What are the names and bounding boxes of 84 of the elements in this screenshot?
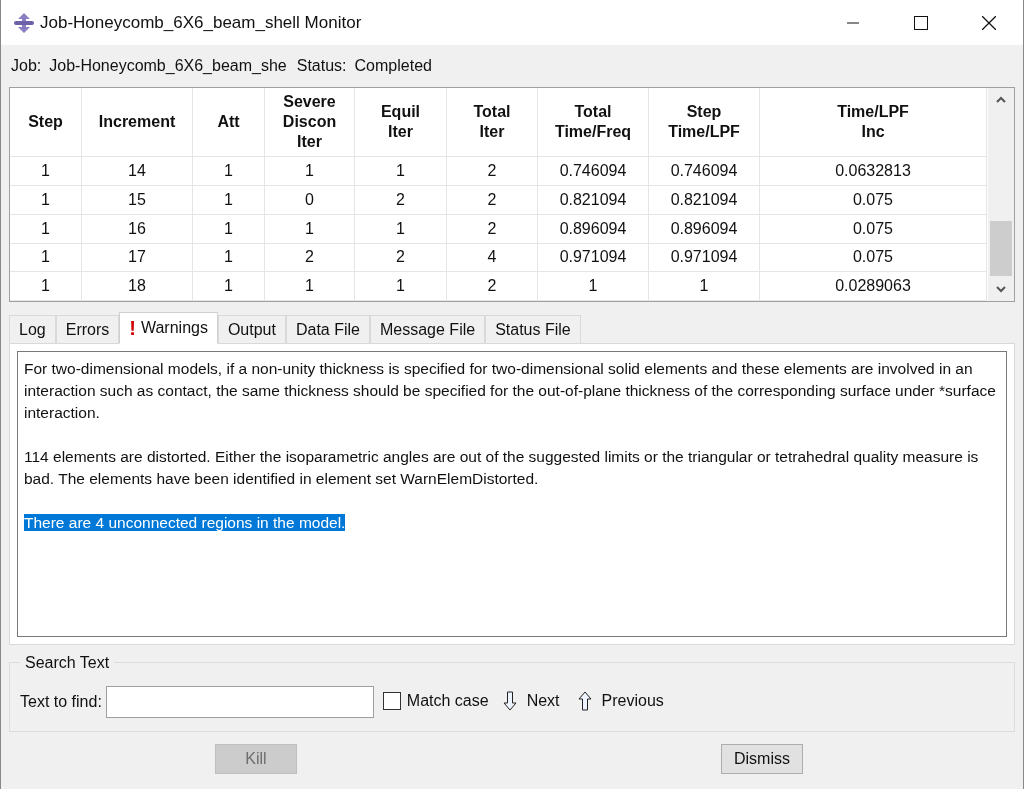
table-cell: 1 (10, 186, 82, 215)
column-header[interactable]: Step Time/LPF (649, 88, 760, 158)
table-cell: 1 (265, 272, 355, 301)
message-area[interactable] (17, 351, 1007, 637)
app-logo-icon (13, 11, 35, 34)
table-cell: 16 (82, 214, 193, 244)
table-cell: 0.971094 (649, 243, 760, 273)
search-label: Text to find: (20, 692, 102, 712)
down-arrow-icon (502, 691, 517, 711)
table-cell: 1 (193, 243, 265, 273)
table-cell: 2 (265, 243, 355, 273)
table-cell: 1 (649, 272, 760, 301)
column-header[interactable]: Att (193, 88, 265, 158)
status-label: Status: (296, 56, 347, 76)
search-field[interactable] (105, 686, 374, 718)
scroll-up-icon[interactable] (996, 96, 1006, 103)
tab[interactable]: Errors (55, 315, 120, 344)
table-cell: 1 (10, 272, 82, 301)
column-header[interactable]: Total Time/Freq (538, 88, 649, 158)
table-cell: 1 (10, 243, 82, 273)
table-cell: 0.746094 (649, 157, 760, 187)
table-cell: 2 (355, 186, 447, 215)
table-cell: 1 (10, 157, 82, 187)
table-cell: 0.971094 (538, 243, 649, 273)
tab[interactable]: Output (217, 315, 286, 344)
message-text: 114 elements are distorted. Either the isoparametric angles are out of the suggested limits or the triangular or tetrahedral quality measure is bad. The elements have been identified in element set WarnElemDistorted. (24, 448, 979, 487)
dialog-button[interactable]: Dismiss (721, 744, 803, 774)
table-cell: 1 (10, 214, 82, 244)
tab[interactable]: ! Warnings (119, 312, 218, 344)
table-cell: 1 (193, 272, 265, 301)
up-arrow-icon (577, 691, 592, 711)
message-text: There are 4 unconnected regions in the model. (24, 514, 346, 531)
table-cell: 0.0632813 (760, 157, 987, 187)
column-header[interactable]: Increment (82, 88, 193, 158)
table-cell: 0.075 (760, 243, 987, 273)
table-cell: 0.896094 (538, 214, 649, 244)
table-cell: 1 (193, 157, 265, 187)
table-cell: 0.075 (760, 186, 987, 215)
table-cell: 1 (355, 157, 447, 187)
table-cell: 14 (82, 157, 193, 187)
table-cell: 0.075 (760, 214, 987, 244)
column-header[interactable]: Equil Iter (355, 88, 447, 158)
scrollbar[interactable] (988, 88, 1014, 301)
tab[interactable]: Status File (485, 315, 581, 344)
warning-icon: ! (129, 313, 136, 343)
table-cell: 0.896094 (649, 214, 760, 244)
column-header[interactable]: Total Iter (447, 88, 538, 158)
column-header[interactable]: Time/LPF Inc (760, 88, 987, 158)
table-cell: 2 (447, 272, 538, 301)
scroll-down-icon[interactable] (996, 286, 1006, 293)
table-cell: 18 (82, 272, 193, 301)
previous-button[interactable]: Previous (577, 689, 664, 713)
table-cell: 1 (193, 214, 265, 244)
table-cell: 0.746094 (538, 157, 649, 187)
job-label: Job: (11, 56, 42, 76)
status-value: Completed (354, 56, 432, 76)
match-case-checkbox[interactable]: Match case (382, 689, 489, 713)
table-cell: 1 (355, 214, 447, 244)
table-cell: 2 (447, 157, 538, 187)
table-cell: 15 (82, 186, 193, 215)
table-cell: 1 (193, 186, 265, 215)
window-title: Job-Honeycomb_6X6_beam_shell Monitor (40, 11, 362, 34)
table-cell: 4 (447, 243, 538, 273)
table-cell: 0.821094 (649, 186, 760, 215)
job-name: Job-Honeycomb_6X6_beam_she (49, 56, 287, 76)
tab[interactable]: Log (9, 315, 56, 344)
column-header[interactable]: Severe Discon Iter (265, 88, 355, 158)
table-cell: 2 (447, 186, 538, 215)
table-cell: 1 (538, 272, 649, 301)
next-button[interactable]: Next (502, 689, 560, 713)
table-cell: 1 (265, 214, 355, 244)
table-cell: 2 (355, 243, 447, 273)
table-cell: 1 (355, 272, 447, 301)
message-text: For two-dimensional models, if a non-unity thickness is specified for two-dimensional solid elements and these elements are involved in an interaction such as contact, the same thickness should be specified for the out-of-plane thickness of the corresponding surface under *surface interaction. (24, 360, 996, 421)
table-cell: 0.821094 (538, 186, 649, 215)
column-header[interactable]: Step (10, 88, 82, 158)
table-cell: 1 (265, 157, 355, 187)
table-cell: 0 (265, 186, 355, 215)
table-cell: 2 (447, 214, 538, 244)
tab[interactable]: Message File (370, 315, 486, 344)
tab[interactable]: Data File (285, 315, 370, 344)
table-cell: 17 (82, 243, 193, 273)
scroll-thumb[interactable] (990, 221, 1012, 276)
table-cell: 0.0289063 (760, 272, 987, 301)
